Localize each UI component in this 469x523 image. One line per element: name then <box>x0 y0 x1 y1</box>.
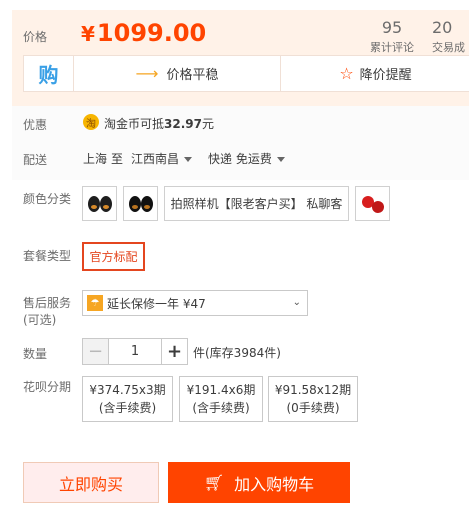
promo-prefix: 淘金币可抵 <box>104 117 165 131</box>
ship-method: 快递 免运费 <box>208 152 272 166</box>
installment-option-12[interactable]: ¥91.58x12期 (0手续费) <box>268 376 358 422</box>
installment-fee: (含手续费) <box>192 401 250 415</box>
promo-amount: 32.97 <box>164 117 202 131</box>
price-alert-label: 降价提醒 <box>359 68 412 83</box>
review-stat[interactable]: 95 累计评论 <box>362 18 422 55</box>
color-label: 颜色分类 <box>23 192 72 206</box>
caret-down-icon <box>276 157 285 162</box>
ship-to-word: 至 <box>111 152 124 166</box>
promo-text: 淘金币可抵32.97元 <box>104 115 214 132</box>
installment-price: ¥191.4x6期 <box>186 383 256 397</box>
price-trend-label: 价格平稳 <box>166 68 219 83</box>
taojinbi-coin-icon: 淘 <box>83 114 99 130</box>
color-option-black[interactable] <box>123 186 158 221</box>
price-alert-button[interactable]: ☆ 降价提醒 <box>281 56 469 91</box>
ship-destination: 江西南昌 <box>131 152 180 166</box>
ship-destination-select[interactable]: 江西南昌 <box>131 150 193 167</box>
quantity-decrease-button[interactable]: − <box>82 338 109 365</box>
price-amount: 1099.00 <box>96 19 207 47</box>
umbrella-icon: ☂ <box>87 295 103 311</box>
price-value: ¥1099.00 <box>81 19 206 47</box>
promo-suffix: 元 <box>201 117 214 131</box>
installment-label: 花呗分期 <box>23 380 72 394</box>
color-option-red[interactable] <box>355 186 390 221</box>
installment-option-3[interactable]: ¥374.75x3期 (含手续费) <box>82 376 173 422</box>
warranty-select[interactable]: ☂ 延长保修一年 ¥47 ⌄ <box>82 290 308 316</box>
buy-icon-glyph: 购 <box>38 63 59 87</box>
price-tool-row: 购 ⟶ 价格平稳 ☆ 降价提醒 <box>23 55 469 92</box>
package-option-standard[interactable]: 官方标配 <box>82 242 145 271</box>
service-label: 售后服务 <box>23 296 72 310</box>
review-label: 累计评论 <box>370 41 414 54</box>
earbuds-black-icon <box>87 195 112 212</box>
cart-icon: 🛒︎ <box>203 473 225 492</box>
quantity-input[interactable]: 1 <box>109 338 161 365</box>
trade-stat: 20 交易成 <box>432 18 469 55</box>
service-sub-label: (可选) <box>23 313 57 327</box>
price-panel: 价格 ¥1099.00 95 累计评论 20 交易成 购 ⟶ 价格平稳 ☆ 降价… <box>12 10 469 106</box>
warranty-option: 延长保修一年 ¥47 <box>107 296 206 311</box>
currency-symbol: ¥ <box>81 22 95 46</box>
installment-price: ¥91.58x12期 <box>274 383 352 397</box>
installment-fee: (含手续费) <box>98 401 157 415</box>
stock-text: 件(库存3984件) <box>193 346 281 360</box>
price-label: 价格 <box>23 30 48 44</box>
promo-label: 优惠 <box>23 118 48 132</box>
quantity-stepper: − 1 + <box>82 338 188 365</box>
ship-from: 上海 <box>83 152 108 166</box>
review-count: 95 <box>381 18 403 37</box>
installment-fee: (0手续费) <box>286 401 340 415</box>
quantity-label: 数量 <box>23 347 48 361</box>
arrow-right-icon: ⟶ <box>135 64 159 83</box>
package-label: 套餐类型 <box>23 249 72 263</box>
installment-price: ¥374.75x3期 <box>89 383 166 397</box>
ship-method-select[interactable]: 快递 免运费 <box>208 150 285 167</box>
add-to-cart-button[interactable]: 🛒︎ 加入购物车 <box>168 462 350 503</box>
promo-shipping-panel: 优惠 淘 淘金币可抵32.97元 配送 上海 至 江西南昌 快递 免运费 <box>12 106 469 180</box>
color-option-demo-unit[interactable]: 拍照样机【限老客户买】 私聊客 <box>164 186 349 221</box>
trade-label: 交易成 <box>432 41 465 54</box>
earbuds-red-icon <box>361 195 384 213</box>
trade-count: 20 <box>432 18 453 37</box>
caret-down-icon <box>184 157 193 162</box>
add-to-cart-label: 加入购物车 <box>234 474 315 494</box>
color-option-black-gold[interactable] <box>82 186 117 221</box>
buy-now-button[interactable]: 立即购买 <box>23 462 159 503</box>
quantity-increase-button[interactable]: + <box>161 338 188 365</box>
shipping-label: 配送 <box>23 153 48 167</box>
earbuds-dark-icon <box>128 195 153 212</box>
star-icon: ☆ <box>339 64 354 83</box>
price-trend-button[interactable]: ⟶ 价格平稳 <box>74 56 281 91</box>
buy-icon[interactable]: 购 <box>24 56 74 91</box>
chevron-down-icon: ⌄ <box>292 297 301 308</box>
installment-option-6[interactable]: ¥191.4x6期 (含手续费) <box>179 376 263 422</box>
